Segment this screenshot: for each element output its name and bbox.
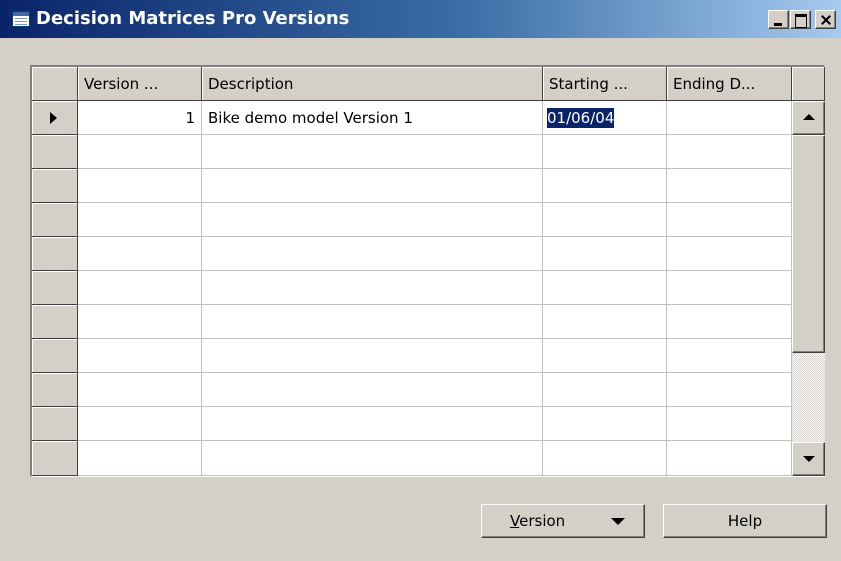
cell-version[interactable]: 1	[78, 101, 202, 135]
empty-cell[interactable]	[202, 203, 543, 237]
empty-cell[interactable]	[667, 339, 792, 373]
empty-cell[interactable]	[543, 135, 667, 169]
empty-cell[interactable]	[667, 271, 792, 305]
empty-cell[interactable]	[667, 237, 792, 271]
scroll-corner	[792, 67, 825, 101]
empty-cell[interactable]	[543, 339, 667, 373]
empty-cell[interactable]	[202, 135, 543, 169]
row-selector[interactable]	[32, 237, 78, 271]
scroll-down-button[interactable]	[792, 442, 825, 476]
empty-cell[interactable]	[78, 169, 202, 203]
row-selector[interactable]	[32, 441, 78, 476]
empty-cell[interactable]	[202, 339, 543, 373]
empty-cell[interactable]	[78, 237, 202, 271]
cell-starting-date[interactable]: 01/06/04	[543, 101, 667, 135]
empty-cell[interactable]	[78, 441, 202, 476]
empty-cell[interactable]	[543, 169, 667, 203]
empty-cell[interactable]	[78, 373, 202, 407]
empty-cell[interactable]	[78, 339, 202, 373]
grid-corner[interactable]	[32, 67, 78, 101]
empty-cell[interactable]	[202, 237, 543, 271]
empty-cell[interactable]	[667, 169, 792, 203]
row-selector[interactable]	[32, 305, 78, 339]
help-button[interactable]: Help	[663, 504, 827, 538]
empty-cell[interactable]	[78, 135, 202, 169]
column-header-starting-date[interactable]: Starting ...	[543, 67, 667, 101]
row-selector[interactable]	[32, 135, 78, 169]
empty-cell[interactable]	[202, 441, 543, 476]
selected-date-text: 01/06/04	[547, 108, 615, 128]
cell-description[interactable]: Bike demo model Version 1	[202, 101, 543, 135]
version-button-mnemonic: V	[510, 512, 520, 530]
empty-cell[interactable]	[667, 203, 792, 237]
empty-cell[interactable]	[543, 441, 667, 476]
empty-cell[interactable]	[543, 203, 667, 237]
title-bar[interactable]: Decision Matrices Pro Versions	[0, 0, 841, 38]
row-selector[interactable]	[32, 339, 78, 373]
empty-cell[interactable]	[667, 441, 792, 476]
scroll-up-button[interactable]	[792, 101, 825, 135]
cell-ending-date[interactable]	[667, 101, 792, 135]
vertical-scrollbar[interactable]	[792, 101, 825, 476]
empty-cell[interactable]	[667, 407, 792, 441]
current-row-arrow-icon	[50, 112, 57, 124]
empty-cell[interactable]	[202, 407, 543, 441]
empty-cell[interactable]	[543, 407, 667, 441]
empty-cell[interactable]	[543, 271, 667, 305]
version-button-label: ersion	[519, 512, 566, 530]
empty-cell[interactable]	[78, 407, 202, 441]
row-selector[interactable]	[32, 407, 78, 441]
column-header-description[interactable]: Description	[202, 67, 543, 101]
table-icon	[12, 11, 30, 27]
maximize-button[interactable]	[790, 10, 811, 29]
version-menu-button[interactable]: Version	[481, 504, 645, 538]
empty-cell[interactable]	[543, 373, 667, 407]
empty-cell[interactable]	[667, 373, 792, 407]
close-button[interactable]	[815, 10, 836, 29]
versions-grid[interactable]: Version ... Description Starting ... End…	[30, 65, 825, 477]
empty-cell[interactable]	[667, 135, 792, 169]
empty-cell[interactable]	[78, 305, 202, 339]
row-selector[interactable]	[32, 169, 78, 203]
row-selector[interactable]	[32, 373, 78, 407]
empty-cell[interactable]	[667, 305, 792, 339]
empty-cell[interactable]	[543, 305, 667, 339]
row-selector[interactable]	[32, 271, 78, 305]
dropdown-arrow-icon	[611, 518, 625, 525]
empty-cell[interactable]	[202, 169, 543, 203]
empty-cell[interactable]	[78, 203, 202, 237]
empty-cell[interactable]	[78, 271, 202, 305]
empty-cell[interactable]	[202, 373, 543, 407]
column-header-ending-date[interactable]: Ending D...	[667, 67, 792, 101]
empty-cell[interactable]	[543, 237, 667, 271]
empty-cell[interactable]	[202, 271, 543, 305]
scroll-thumb[interactable]	[792, 135, 825, 353]
window-title: Decision Matrices Pro Versions	[36, 8, 350, 29]
row-selector[interactable]	[32, 203, 78, 237]
empty-cell[interactable]	[202, 305, 543, 339]
row-selector[interactable]	[32, 101, 78, 135]
minimize-button[interactable]	[768, 10, 789, 29]
column-header-version[interactable]: Version ...	[78, 67, 202, 101]
